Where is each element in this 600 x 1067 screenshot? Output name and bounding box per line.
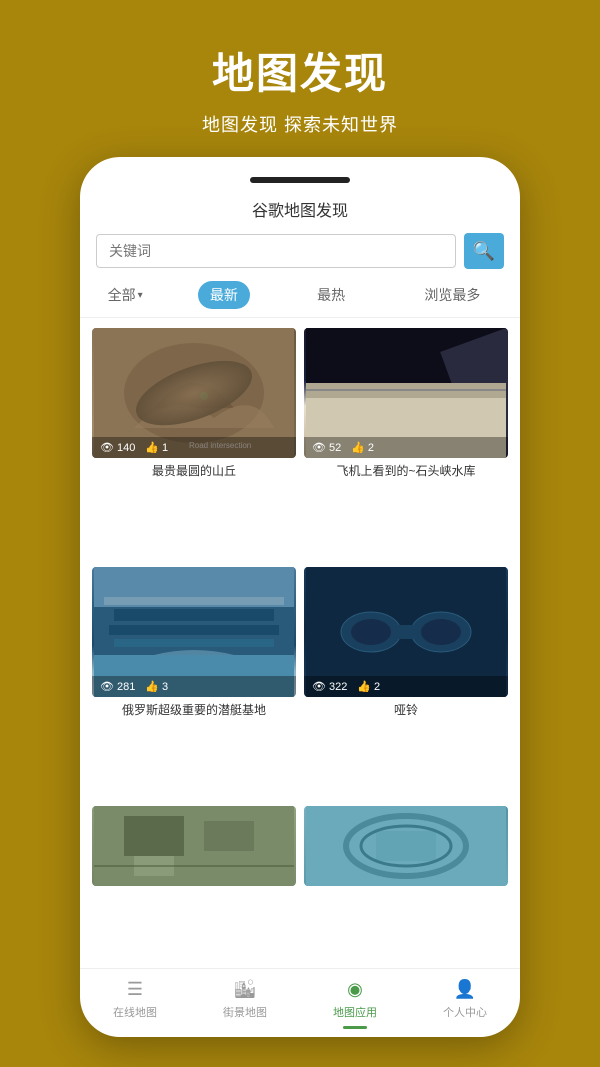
eye-icon-3: 👁	[100, 680, 114, 693]
like-count-1: 👍 1	[145, 441, 168, 454]
item-label-1: 最贵最圆的山丘	[92, 458, 296, 485]
search-icon: 🔍	[473, 241, 495, 262]
apps-icon: ◉	[347, 979, 363, 1000]
search-bar: 🔍	[96, 233, 504, 269]
grid-item-1[interactable]: Road intersection 👁 140 👍 1 最贵最圆的山丘	[92, 328, 296, 559]
view-count-2: 👁 52	[312, 441, 341, 454]
nav-label-street: 街景地图	[223, 1004, 267, 1020]
street-icon: 🏙	[234, 979, 257, 1000]
image-wrapper-5	[92, 806, 296, 886]
grid-item-2[interactable]: 👁 52 👍 2 飞机上看到的~石头峡水库	[304, 328, 508, 559]
grid-item-3[interactable]: 👁 281 👍 3 俄罗斯超级重要的潜艇基地	[92, 567, 296, 798]
view-count-1: 👁 140	[100, 441, 135, 454]
image-stats-4: 👁 322 👍 2	[304, 676, 508, 697]
nav-active-indicator	[343, 1026, 367, 1029]
bottom-navigation: ☰ 在线地图 🏙 街景地图 ◉ 地图应用 👤 个人中心	[80, 968, 520, 1037]
image-wrapper-6	[304, 806, 508, 886]
filter-tab-all[interactable]: 全部 ▾	[108, 285, 143, 305]
image-grid: Road intersection 👁 140 👍 1 最贵最圆的山丘	[80, 328, 520, 960]
nav-item-street[interactable]: 🏙 街景地图	[190, 979, 300, 1029]
nav-item-apps[interactable]: ◉ 地图应用	[300, 979, 410, 1029]
thumb-icon-3: 👍	[145, 680, 159, 693]
thumb-icon-2: 👍	[351, 441, 365, 454]
view-count-4: 👁 322	[312, 680, 347, 693]
chevron-down-icon: ▾	[138, 290, 143, 301]
grid-item-6[interactable]	[304, 806, 508, 960]
nav-label-menu: 在线地图	[113, 1004, 157, 1020]
eye-icon-4: 👁	[312, 680, 326, 693]
phone-notch	[250, 177, 350, 183]
image-wrapper-3: 👁 281 👍 3	[92, 567, 296, 697]
grid-item-5[interactable]	[92, 806, 296, 960]
thumb-icon: 👍	[145, 441, 159, 454]
view-count-3: 👁 281	[100, 680, 135, 693]
image-stats-3: 👁 281 👍 3	[92, 676, 296, 697]
filter-tab-latest[interactable]: 最新	[198, 281, 250, 309]
image-stats-1: 👁 140 👍 1	[92, 437, 296, 458]
nav-item-menu[interactable]: ☰ 在线地图	[80, 979, 190, 1029]
like-count-3: 👍 3	[145, 680, 168, 693]
image-wrapper-2: 👁 52 👍 2	[304, 328, 508, 458]
item-label-4: 哑铃	[304, 697, 508, 724]
filter-tabs: 全部 ▾ 最新 最热 浏览最多	[80, 281, 520, 318]
header-section: 地图发现 地图发现 探索未知世界	[0, 0, 600, 157]
filter-all-label: 全部	[108, 285, 136, 305]
image-stats-2: 👁 52 👍 2	[304, 437, 508, 458]
image-wrapper-1: Road intersection 👁 140 👍 1	[92, 328, 296, 458]
thumb-icon-4: 👍	[357, 680, 371, 693]
app-subtitle: 地图发现 探索未知世界	[20, 111, 580, 137]
nav-label-apps: 地图应用	[333, 1004, 377, 1020]
search-input[interactable]	[96, 234, 456, 268]
filter-tab-mostviewed[interactable]: 浏览最多	[412, 281, 492, 309]
phone-mockup: 谷歌地图发现 🔍 全部 ▾ 最新 最热 浏览最多	[80, 157, 520, 1037]
eye-icon-2: 👁	[312, 441, 326, 454]
item-label-3: 俄罗斯超级重要的潜艇基地	[92, 697, 296, 724]
screen-title: 谷歌地图发现	[80, 197, 520, 221]
nav-label-profile: 个人中心	[443, 1004, 487, 1020]
menu-icon: ☰	[127, 979, 143, 1000]
profile-icon: 👤	[454, 979, 476, 1000]
grid-item-4[interactable]: 👁 322 👍 2 哑铃	[304, 567, 508, 798]
eye-icon: 👁	[100, 441, 114, 454]
image-wrapper-4: 👁 322 👍 2	[304, 567, 508, 697]
nav-item-profile[interactable]: 👤 个人中心	[410, 979, 520, 1029]
item-label-2: 飞机上看到的~石头峡水库	[304, 458, 508, 485]
satellite-image-track	[304, 806, 508, 886]
filter-tab-hot[interactable]: 最热	[305, 281, 357, 309]
like-count-4: 👍 2	[357, 680, 380, 693]
satellite-image-building	[92, 806, 296, 886]
like-count-2: 👍 2	[351, 441, 374, 454]
app-title: 地图发现	[20, 40, 580, 101]
search-button[interactable]: 🔍	[464, 233, 504, 269]
